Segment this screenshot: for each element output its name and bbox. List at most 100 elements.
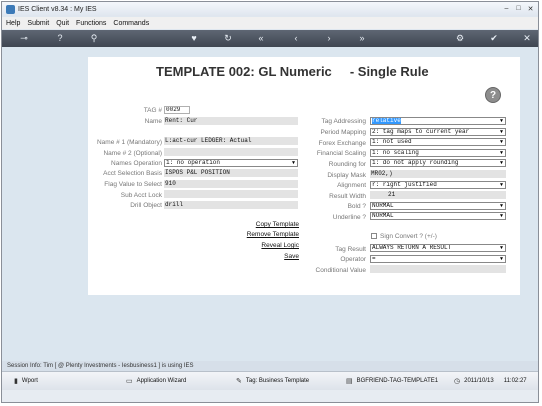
rewind-icon[interactable]: « xyxy=(255,33,267,44)
names-operation-select[interactable]: 1: no operation ▼ xyxy=(164,159,298,167)
session-status: Session Info: Tim [ @ Plenty Investments… xyxy=(2,361,538,371)
menu-commands[interactable]: Commands xyxy=(113,20,149,27)
bold-value: NORMAL xyxy=(372,202,394,209)
title-bar: IES Client v8.34 : My IES – □ ✕ xyxy=(2,2,538,16)
task-application-wizard[interactable]: ▭ Application Wizard xyxy=(126,377,186,385)
reveal-logic-link[interactable]: Reveal Logic xyxy=(261,242,299,249)
rounding-value: 1: do not apply rounding xyxy=(372,159,459,166)
task-bgfriend-label: BGFRIEND-TAG-TEMPLATE1 xyxy=(356,378,439,384)
operator-select[interactable]: = ▼ xyxy=(370,255,506,263)
forex-select[interactable]: 1: not used ▼ xyxy=(370,138,506,146)
alignment-value: r: right justified xyxy=(372,181,437,188)
alignment-select[interactable]: r: right justified ▼ xyxy=(370,181,506,189)
drill-field[interactable]: drill xyxy=(164,201,298,209)
menu-bar: Help Submit Quit Functions Commands xyxy=(2,17,538,29)
display-mask-label: Display Mask xyxy=(327,172,366,179)
sign-convert-checkbox[interactable] xyxy=(371,233,377,239)
close-icon[interactable]: ✕ xyxy=(521,33,533,44)
tag-addressing-select[interactable]: relative ▼ xyxy=(370,117,506,125)
check-icon[interactable]: ✔ xyxy=(488,33,500,44)
tag-result-select[interactable]: ALWAYS RETURN A RESULT ▼ xyxy=(370,244,506,252)
name1-field[interactable]: L:act-cur LEDGER: Actual xyxy=(164,137,298,145)
help-icon[interactable]: ? xyxy=(54,33,66,44)
app-logo-icon xyxy=(6,4,15,14)
bold-label: Bold ? xyxy=(347,203,366,210)
name1-label: Name # 1 (Mandatory) xyxy=(96,139,162,146)
alignment-label: Alignment xyxy=(337,182,366,189)
clock-icon: ◷ xyxy=(454,378,461,385)
financial-scaling-value: 1: no scaling xyxy=(372,149,419,156)
result-width-label: Result Width xyxy=(329,193,366,200)
heart-icon[interactable]: ♥ xyxy=(188,33,200,44)
chevron-down-icon: ▼ xyxy=(498,139,505,145)
menu-help[interactable]: Help xyxy=(6,20,20,27)
underline-select[interactable]: NORMAL ▼ xyxy=(370,212,506,220)
period-mapping-select[interactable]: 2: tag maps to current year ▼ xyxy=(370,128,506,136)
refresh-icon[interactable]: ↻ xyxy=(222,33,234,44)
rounding-label: Rounding for xyxy=(328,161,366,168)
clock: ◷ 2011/10/13 11:02:27 xyxy=(454,377,527,385)
window-icon: ▭ xyxy=(126,378,133,385)
tag-result-label: Tag Result xyxy=(335,246,366,253)
save-link[interactable]: Save xyxy=(284,253,299,260)
taskbar: ▮ Wport ▭ Application Wizard ✎ Tag: Busi… xyxy=(2,371,538,390)
menu-quit[interactable]: Quit xyxy=(56,20,69,27)
names-operation-label: Names Operation xyxy=(111,160,162,167)
forex-value: 1: not used xyxy=(372,138,412,145)
menu-submit[interactable]: Submit xyxy=(27,20,49,27)
names-operation-value: 1: no operation xyxy=(166,159,221,166)
result-width-field[interactable]: 21 xyxy=(370,191,506,199)
financial-scaling-label: Financial Scaling xyxy=(316,150,366,157)
remove-template-link[interactable]: Remove Template xyxy=(247,231,299,238)
chevron-down-icon: ▼ xyxy=(498,150,505,156)
chevron-down-icon: ▼ xyxy=(498,118,505,124)
task-wizard-label: Application Wizard xyxy=(136,378,187,384)
name2-label: Name # 2 (Optional) xyxy=(103,150,162,157)
underline-label: Underline ? xyxy=(332,214,366,221)
copy-template-link[interactable]: Copy Template xyxy=(256,221,299,228)
gear-icon[interactable]: ⚙ xyxy=(454,33,466,44)
tag-icon: ✎ xyxy=(236,378,242,385)
name2-field[interactable] xyxy=(164,148,298,156)
operator-label: Operator xyxy=(340,256,366,263)
chevron-down-icon: ▼ xyxy=(498,129,505,135)
fast-forward-icon[interactable]: » xyxy=(356,33,368,44)
chevron-down-icon: ▼ xyxy=(498,182,505,188)
operator-value: = xyxy=(372,255,376,262)
tag-number-field[interactable]: 0029 xyxy=(164,106,190,114)
tag-addressing-label: Tag Addressing xyxy=(321,118,366,125)
close-window-button[interactable]: ✕ xyxy=(526,4,535,13)
maximize-button[interactable]: □ xyxy=(514,4,523,13)
help-button[interactable]: ? xyxy=(485,87,501,103)
chevron-down-icon: ▼ xyxy=(498,160,505,166)
flag-value-field[interactable]: 910 xyxy=(164,180,298,188)
layers-icon: ▤ xyxy=(346,378,353,385)
forex-label: Forex Exchange xyxy=(318,140,366,147)
template-panel: TEMPLATE 002: GL Numeric - Single Rule ?… xyxy=(88,57,520,295)
task-wport[interactable]: ▮ Wport xyxy=(14,377,38,385)
task-bgfriend[interactable]: ▤ BGFRIEND-TAG-TEMPLATE1 xyxy=(346,377,438,385)
bold-select[interactable]: NORMAL ▼ xyxy=(370,202,506,210)
name-field[interactable]: Rent: Cur xyxy=(164,117,298,125)
chevron-down-icon: ▼ xyxy=(498,245,505,251)
bottom-strip xyxy=(2,390,538,402)
tag-result-value: ALWAYS RETURN A RESULT xyxy=(372,244,452,251)
task-tag-template[interactable]: ✎ Tag: Business Template xyxy=(236,377,309,385)
key-icon[interactable]: ⊸ xyxy=(18,33,30,44)
sub-acct-field[interactable] xyxy=(164,190,298,198)
search-icon[interactable]: ⚲ xyxy=(88,33,100,44)
display-mask-field[interactable]: MR02,) xyxy=(370,170,506,178)
back-icon[interactable]: ‹ xyxy=(290,33,302,44)
minimize-button[interactable]: – xyxy=(502,4,511,13)
page-title: TEMPLATE 002: GL Numeric - Single Rule xyxy=(156,64,429,79)
content-area: TEMPLATE 002: GL Numeric - Single Rule ?… xyxy=(2,47,538,361)
clock-date: 2011/10/13 xyxy=(464,378,494,384)
financial-scaling-select[interactable]: 1: no scaling ▼ xyxy=(370,149,506,157)
conditional-field[interactable] xyxy=(370,265,506,273)
forward-icon[interactable]: › xyxy=(323,33,335,44)
rounding-select[interactable]: 1: do not apply rounding ▼ xyxy=(370,159,506,167)
menu-functions[interactable]: Functions xyxy=(76,20,106,27)
sign-convert-label: Sign Convert ? (+/-) xyxy=(380,233,437,240)
acct-basis-label: Acct Selection Basis xyxy=(103,170,162,177)
acct-basis-field[interactable]: ISPOS P&L POSITION xyxy=(164,169,298,177)
